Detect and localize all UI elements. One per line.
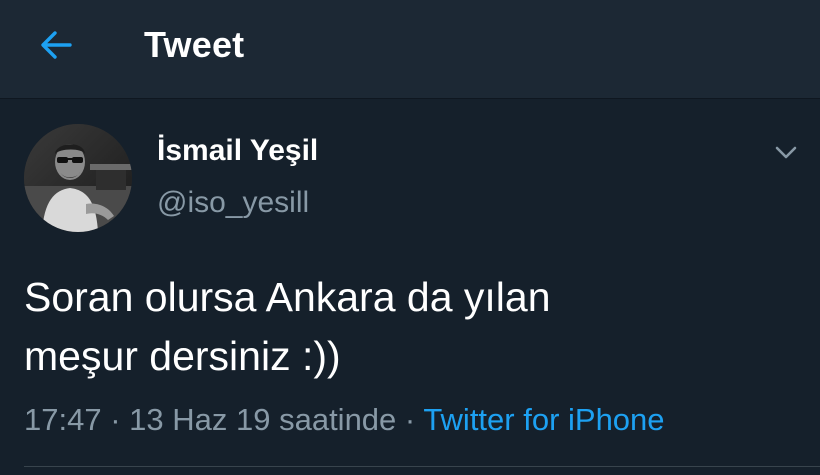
divider	[24, 466, 820, 467]
tweet-text: Soran olursa Ankara da yılan meşur dersi…	[24, 274, 551, 379]
arrow-left-icon	[41, 31, 72, 59]
profile-photo	[24, 124, 132, 232]
chevron-down-icon	[775, 146, 797, 159]
tweet-source-link[interactable]: Twitter for iPhone	[423, 402, 664, 437]
back-button[interactable]	[30, 22, 82, 68]
meta-separator: ·	[110, 402, 121, 437]
tweet-time[interactable]: 17:47	[24, 402, 102, 437]
tweet-date[interactable]: 13 Haz 19 saatinde	[129, 402, 396, 437]
avatar[interactable]	[24, 124, 132, 232]
page-title: Tweet	[144, 24, 245, 65]
author-handle[interactable]: @iso_yesill	[157, 186, 309, 220]
meta-separator: ·	[404, 402, 416, 437]
tweet-detail: İsmail Yeşil @iso_yesill Soran olursa An…	[0, 98, 820, 475]
app-header: Tweet	[0, 0, 820, 98]
author-display-name[interactable]: İsmail Yeşil	[157, 134, 318, 168]
tweet-menu-button[interactable]	[768, 138, 804, 168]
tweet-metadata: 17:47 · 13 Haz 19 saatinde · Twitter for…	[24, 402, 665, 438]
